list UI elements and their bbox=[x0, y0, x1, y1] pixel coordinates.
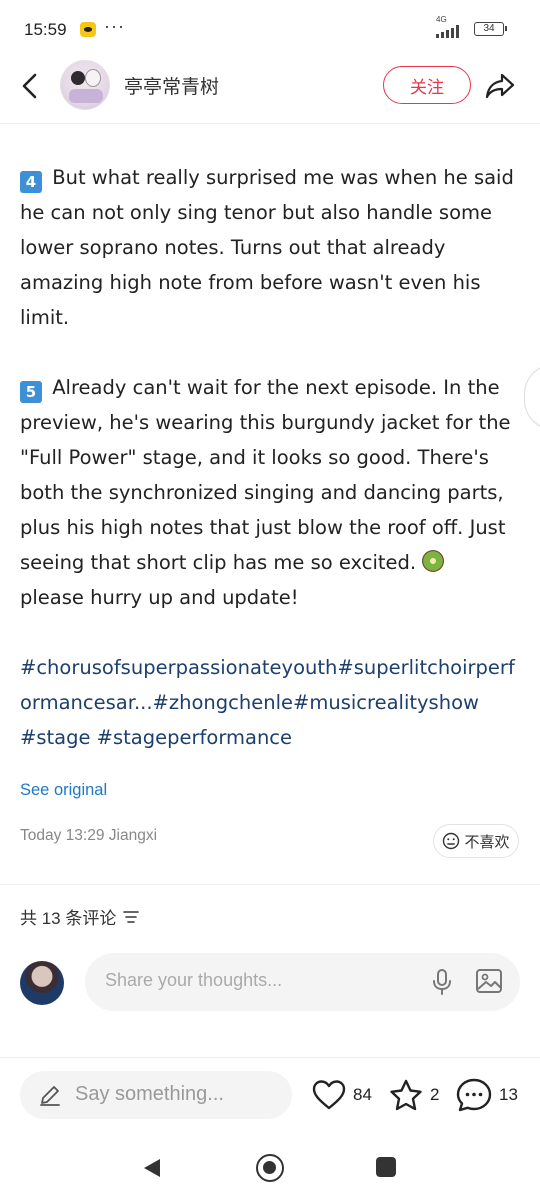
system-nav-bar bbox=[0, 1140, 540, 1199]
nav-recents-icon[interactable] bbox=[376, 1157, 396, 1177]
share-button[interactable] bbox=[482, 68, 518, 104]
comment-bubble-icon bbox=[456, 1078, 492, 1112]
heart-icon bbox=[312, 1080, 346, 1110]
current-user-avatar bbox=[20, 961, 64, 1005]
sort-filter-icon[interactable] bbox=[122, 909, 140, 925]
bottom-bar-divider bbox=[0, 1057, 540, 1058]
neutral-face-icon bbox=[443, 832, 460, 850]
paragraph-4-text: But what really surprised me was when he… bbox=[20, 166, 514, 329]
back-arrow-icon bbox=[22, 73, 37, 99]
post-hashtags: #chorusofsuperpassionateyouth#superlitch… bbox=[20, 650, 525, 755]
comments-count-label: 共 13 条评论 bbox=[20, 909, 117, 928]
dislike-label: 不喜欢 bbox=[464, 833, 510, 851]
say-something-input[interactable]: Say something... bbox=[20, 1071, 292, 1119]
follow-button[interactable]: 关注 bbox=[383, 66, 471, 104]
pencil-icon bbox=[40, 1086, 60, 1106]
keycap-number-4: 4 bbox=[20, 171, 42, 193]
share-icon bbox=[485, 73, 515, 99]
favorite-count: 2 bbox=[430, 1085, 440, 1104]
signal-icon bbox=[432, 18, 468, 40]
post-time-location: Today 13:29 Jiangxi bbox=[20, 827, 158, 844]
hashtag-link[interactable]: #stage #stageperformance bbox=[20, 726, 292, 749]
status-time: 15:59 bbox=[24, 20, 67, 39]
microphone-icon[interactable] bbox=[429, 968, 455, 996]
like-button[interactable]: 84 bbox=[311, 1077, 372, 1113]
comment-input[interactable]: Share your thoughts... bbox=[85, 953, 520, 1011]
paragraph-5-text-after: please hurry up and update! bbox=[20, 586, 299, 609]
see-original-link[interactable]: See original bbox=[20, 781, 107, 800]
battery-icon: 34 bbox=[474, 22, 507, 36]
author-name[interactable]: 亭亭常青树 bbox=[124, 72, 219, 99]
like-count: 84 bbox=[353, 1085, 372, 1104]
paragraph-5-text: Already can't wait for the next episode.… bbox=[20, 376, 511, 574]
comments-header[interactable]: 共 13 条评论 bbox=[20, 904, 140, 929]
star-icon bbox=[390, 1079, 422, 1111]
status-bar: 15:59 ··· 4G 34 bbox=[0, 0, 540, 60]
back-button[interactable] bbox=[14, 70, 46, 102]
keycap-number-5: 5 bbox=[20, 381, 42, 403]
hashtag-link[interactable]: #chorusofsuperpassionateyouth#superlitch… bbox=[20, 656, 515, 714]
comment-count: 13 bbox=[499, 1085, 518, 1104]
image-icon[interactable] bbox=[475, 967, 503, 995]
side-drawer-handle[interactable] bbox=[524, 364, 540, 430]
author-avatar[interactable] bbox=[60, 60, 110, 110]
say-something-placeholder: Say something... bbox=[75, 1083, 224, 1105]
more-notifications-icon: ··· bbox=[104, 16, 125, 36]
comment-button[interactable]: 13 bbox=[455, 1077, 518, 1113]
nav-home-icon[interactable] bbox=[256, 1154, 284, 1182]
nav-back-icon[interactable] bbox=[142, 1157, 162, 1179]
section-divider bbox=[0, 884, 540, 885]
favorite-button[interactable]: 2 bbox=[388, 1077, 439, 1113]
post-header: 亭亭常青树 关注 bbox=[0, 58, 540, 124]
post-content: 4 But what really surprised me was when … bbox=[20, 160, 525, 755]
kiwi-emoji-icon bbox=[422, 550, 445, 572]
post-paragraph-4: 4 But what really surprised me was when … bbox=[20, 160, 525, 335]
post-paragraph-5: 5 Already can't wait for the next episod… bbox=[20, 370, 525, 615]
comment-placeholder: Share your thoughts... bbox=[105, 970, 283, 990]
dislike-button[interactable]: 不喜欢 bbox=[433, 824, 519, 858]
chat-app-icon bbox=[80, 22, 96, 37]
